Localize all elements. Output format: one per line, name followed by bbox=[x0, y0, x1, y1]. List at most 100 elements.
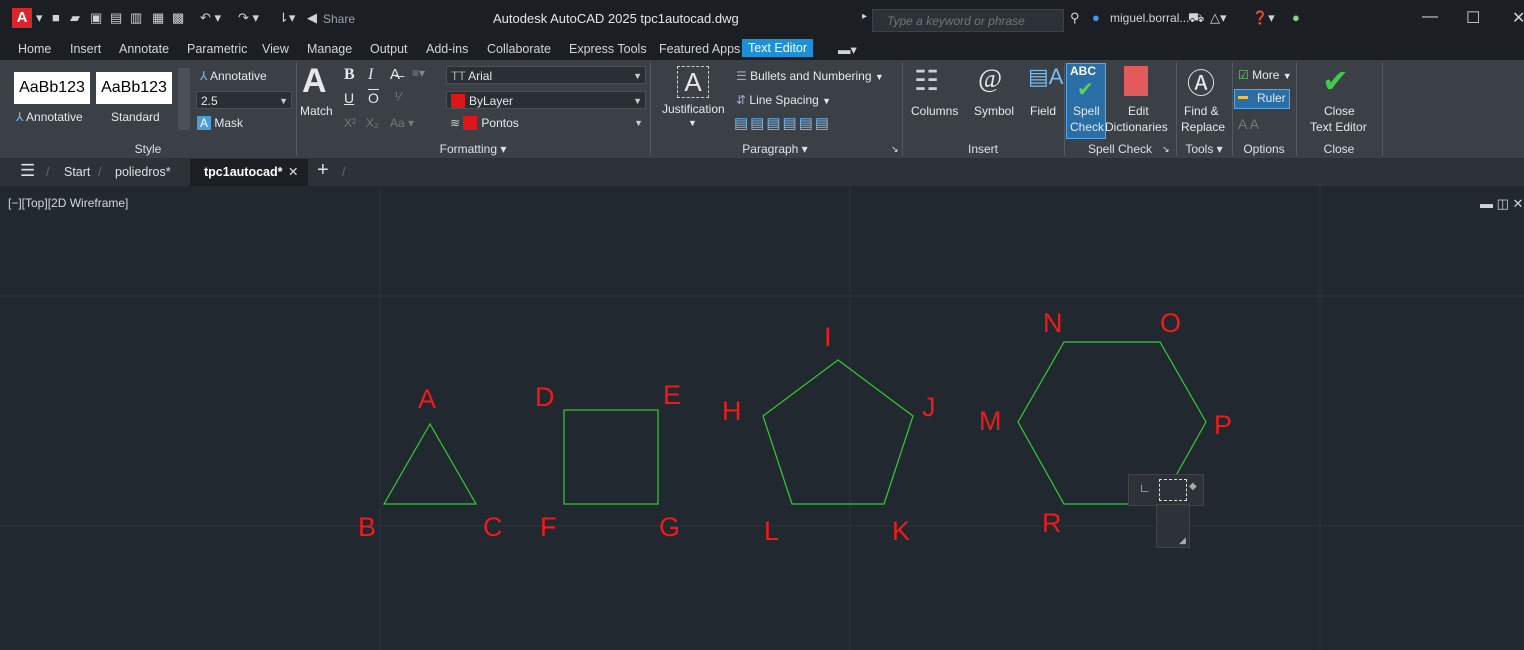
close-check-icon[interactable]: ✔ bbox=[1322, 62, 1349, 100]
autocad-logo-icon[interactable]: A bbox=[12, 8, 32, 28]
background-mask-dropdown[interactable]: ≋ Pontos ▼ bbox=[446, 114, 646, 132]
tab-featured-apps[interactable]: Featured Apps bbox=[659, 42, 740, 56]
close-tab-icon[interactable]: ✕ bbox=[288, 164, 298, 179]
help-icon[interactable]: ❓▾ bbox=[1252, 10, 1275, 26]
square-shape[interactable] bbox=[563, 409, 659, 505]
text-editor-toolbar[interactable]: ∟ ◆ bbox=[1128, 474, 1204, 506]
edit-dictionaries-label2[interactable]: Dictionaries bbox=[1105, 120, 1168, 134]
strikethrough-button[interactable]: A̶ bbox=[390, 66, 400, 83]
overline-button[interactable]: O bbox=[368, 90, 379, 106]
bold-button[interactable]: B bbox=[344, 66, 355, 84]
tab-parametric[interactable]: Parametric bbox=[187, 42, 247, 56]
redo-icon[interactable]: ↷ ▾ bbox=[238, 10, 259, 26]
minimize-button[interactable]: — bbox=[1422, 8, 1438, 26]
field-button[interactable]: Field bbox=[1030, 104, 1056, 118]
user-icon[interactable]: ● bbox=[1092, 10, 1100, 25]
print-icon[interactable]: ▩ bbox=[172, 10, 184, 26]
file-tab-poliedros[interactable]: poliedros* bbox=[115, 165, 171, 179]
file-tab-tpc1autocad[interactable]: tpc1autocad* ✕ bbox=[190, 159, 308, 186]
move-handle-icon[interactable]: ◆ bbox=[1189, 481, 1197, 492]
pentagon-shape[interactable] bbox=[762, 359, 914, 505]
underline-button[interactable]: U bbox=[344, 90, 354, 106]
match-button-label[interactable]: Match bbox=[300, 104, 333, 118]
match-properties-icon[interactable]: A bbox=[302, 62, 327, 101]
tab-annotate[interactable]: Annotate bbox=[119, 42, 169, 56]
close-text-editor-label1[interactable]: Close bbox=[1324, 104, 1355, 118]
triangle-shape[interactable] bbox=[382, 422, 478, 505]
change-case-icon[interactable]: Aa ▾ bbox=[390, 116, 414, 130]
tab-text-editor[interactable]: Text Editor bbox=[742, 39, 814, 57]
ruler-button[interactable]: ▬ Ruler bbox=[1234, 89, 1290, 109]
text-height-dropdown[interactable]: 2.5 ▼ bbox=[196, 91, 292, 109]
app-menu-chevron-icon[interactable]: ▾ bbox=[36, 10, 43, 26]
viewport-controls-label[interactable]: [−][Top][2D Wireframe] bbox=[8, 196, 128, 210]
line-spacing-button[interactable]: ⇵ Line Spacing ▼ bbox=[736, 93, 831, 107]
tab-output[interactable]: Output bbox=[370, 42, 408, 56]
undo-redo-text-icons[interactable]: A A bbox=[1238, 116, 1259, 132]
drawing-viewport[interactable]: [−][Top][2D Wireframe] ▬ ◫ ✕ A B C D E F… bbox=[0, 186, 1524, 650]
edit-dictionaries-label1[interactable]: Edit bbox=[1128, 104, 1149, 118]
italic-button[interactable]: I bbox=[368, 66, 373, 84]
search-input[interactable] bbox=[885, 13, 1059, 29]
publish-icon[interactable]: ▥ bbox=[130, 10, 142, 26]
justification-button[interactable]: Justification bbox=[662, 102, 725, 116]
viewport-window-controls[interactable]: ▬ ◫ ✕ bbox=[1480, 196, 1523, 212]
style-annotative-swatch[interactable]: AaBb123 bbox=[14, 72, 90, 104]
style-annotative-name[interactable]: ⅄ Annotative bbox=[16, 110, 83, 124]
spell-launcher-icon[interactable]: ↘ bbox=[1162, 144, 1170, 155]
more-button[interactable]: ☑ More ▼ bbox=[1238, 68, 1292, 82]
annotative-toggle[interactable]: ⅄ Annotative bbox=[200, 69, 267, 83]
find-replace-label1[interactable]: Find & bbox=[1184, 104, 1219, 118]
open-folder-icon[interactable]: ▰ bbox=[70, 10, 80, 26]
tab-collaborate[interactable]: Collaborate bbox=[487, 42, 551, 56]
find-replace-label2[interactable]: Replace bbox=[1181, 120, 1225, 134]
drawing-canvas[interactable] bbox=[0, 186, 1524, 650]
edit-dictionaries-icon[interactable] bbox=[1124, 66, 1148, 96]
style-gallery-scroll[interactable] bbox=[178, 68, 190, 130]
tab-manage[interactable]: Manage bbox=[307, 42, 352, 56]
maximize-button[interactable]: ☐ bbox=[1466, 8, 1480, 28]
tab-insert[interactable]: Insert bbox=[70, 42, 101, 56]
symbol-button[interactable]: Symbol bbox=[974, 104, 1014, 118]
bullets-button[interactable]: ☰ Bullets and Numbering ▼ bbox=[736, 69, 884, 83]
symbol-icon[interactable]: @ bbox=[978, 64, 1002, 94]
close-text-editor-label2[interactable]: Text Editor bbox=[1310, 120, 1367, 134]
cart-icon[interactable]: ⛟ bbox=[1188, 10, 1204, 28]
save-icon[interactable]: ▣ bbox=[90, 10, 102, 26]
oblique-icon[interactable]: ⅟ bbox=[394, 90, 401, 104]
exchange-icon[interactable]: ● bbox=[1292, 10, 1300, 25]
tab-view[interactable]: View bbox=[262, 42, 289, 56]
align-buttons[interactable]: ▤▤▤▤▤▤ bbox=[734, 114, 831, 132]
tab-express-tools[interactable]: Express Tools bbox=[569, 42, 647, 56]
quick-access-customize-icon[interactable]: ⇂▾ bbox=[278, 10, 295, 26]
search-box[interactable] bbox=[872, 9, 1064, 32]
font-dropdown[interactable]: TT Arial ▼ bbox=[446, 66, 646, 84]
close-window-button[interactable]: ✕ bbox=[1512, 8, 1524, 28]
plot-preview-icon[interactable]: ▦ bbox=[152, 10, 164, 26]
subscript-icon[interactable]: X₂ bbox=[366, 116, 379, 130]
ribbon-display-toggle-icon[interactable]: ▬▾ bbox=[838, 42, 857, 57]
undo-icon[interactable]: ↶ ▾ bbox=[200, 10, 221, 26]
new-tab-plus-icon[interactable]: + bbox=[317, 159, 329, 182]
text-box-handle[interactable] bbox=[1159, 479, 1187, 501]
justification-icon[interactable]: A bbox=[677, 66, 709, 98]
search-icon[interactable]: ⚲ bbox=[1070, 10, 1080, 26]
share-button[interactable]: Share bbox=[323, 12, 355, 26]
columns-button[interactable]: Columns bbox=[911, 104, 958, 118]
save-as-icon[interactable]: ▤ bbox=[110, 10, 122, 26]
corner-handle-icon[interactable]: ∟ bbox=[1139, 481, 1151, 495]
paragraph-launcher-icon[interactable]: ↘ bbox=[891, 144, 899, 155]
file-tab-start[interactable]: Start bbox=[64, 165, 90, 179]
text-editing-area[interactable]: ◢ bbox=[1156, 504, 1190, 548]
find-replace-icon[interactable]: Ⓐ bbox=[1187, 62, 1215, 102]
chevron-down-icon[interactable]: ▼ bbox=[688, 118, 697, 128]
columns-icon[interactable]: ☷ bbox=[914, 64, 939, 97]
tab-home[interactable]: Home bbox=[18, 42, 51, 56]
style-standard-swatch[interactable]: AaBb123 bbox=[96, 72, 172, 104]
share-icon[interactable]: ◀ bbox=[307, 10, 317, 26]
tab-add-ins[interactable]: Add-ins bbox=[426, 42, 468, 56]
mask-button[interactable]: A Mask bbox=[197, 116, 243, 130]
resize-grip-icon[interactable]: ◢ bbox=[1179, 535, 1186, 546]
search-expand-icon[interactable]: ▸ bbox=[862, 11, 867, 22]
field-icon[interactable]: ▤A bbox=[1028, 64, 1063, 90]
